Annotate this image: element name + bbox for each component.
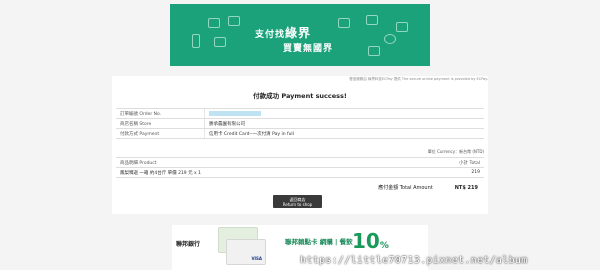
scooter-icon — [338, 18, 350, 28]
wallet-icon — [366, 15, 378, 25]
phone-icon — [192, 34, 200, 48]
calendar-icon — [208, 18, 220, 28]
visa-logo: VISA — [251, 256, 262, 261]
total-amount: 應付金額 Total Amount NT$ 219 — [116, 184, 478, 191]
ecpay-banner: 支付找綠界 買賣無國界 — [170, 4, 430, 66]
items-table: 商品明細 Product 小計 Total 鳳梨釋迦 一箱 約4台斤 單價 21… — [116, 157, 484, 178]
total-value: NT$ 219 — [454, 185, 478, 191]
cart-icon — [396, 22, 408, 32]
store-label: 商店名稱 Store — [116, 118, 205, 129]
order-no-row: 訂單編號 Order No. — [116, 108, 484, 119]
payment-label: 付款方式 Payment — [116, 128, 205, 139]
ad-text: 聯邦賴點卡 網購 | 餐飲 — [285, 238, 353, 246]
globe-icon — [384, 34, 396, 44]
total-label: 應付金額 Total Amount — [378, 185, 433, 191]
items-header-row: 商品明細 Product 小計 Total — [116, 157, 484, 168]
credit-card-image: VISA — [226, 239, 266, 265]
payment-row: 付款方式 Payment 信用卡 Credit Card--一次付清 Pay i… — [116, 128, 484, 139]
return-to-shop-button[interactable]: 返回商店 Return to shop — [273, 195, 322, 208]
credit-card-icon — [214, 37, 226, 47]
return-button-label-en: Return to shop — [282, 201, 313, 207]
watermark: https://little70713.pixnet.net/album — [300, 255, 528, 266]
table-row: 鳳梨釋迦 一箱 約4台斤 單價 219 元 x 1 219 — [116, 167, 484, 178]
store-value: 勝承農園有限公司 — [204, 118, 484, 129]
subtotal-cell: 219 — [393, 167, 484, 178]
currency-note: 單位 Currency：新台幣 (NTD) — [427, 149, 484, 154]
cloud-icon — [368, 46, 380, 56]
payment-value: 信用卡 Credit Card--一次付清 Pay in full — [204, 128, 484, 139]
ad-percent: 10% — [352, 229, 389, 253]
order-no-redacted — [209, 110, 261, 116]
order-no-label: 訂單編號 Order No. — [116, 108, 205, 119]
provider-note: 發信服務由 綠界科技ECPay 提供 The secure online pay… — [349, 77, 488, 81]
banner-slogan-line2: 買賣無國界 — [283, 44, 334, 54]
page-title: 付款成功 Payment success! — [253, 92, 347, 100]
order-no-value — [204, 108, 484, 119]
product-cell: 鳳梨釋迦 一箱 約4台斤 單價 219 元 x 1 — [116, 167, 394, 178]
laptop-icon — [228, 16, 240, 26]
product-header: 商品明細 Product — [116, 157, 394, 168]
bank-logo: 聯邦銀行 — [176, 241, 201, 248]
subtotal-header: 小計 Total — [393, 157, 484, 168]
banner-slogan-line1: 支付找綠界 — [255, 26, 312, 40]
order-info-table: 訂單編號 Order No. 商店名稱 Store 勝承農園有限公司 付款方式 … — [116, 108, 484, 139]
store-row: 商店名稱 Store 勝承農園有限公司 — [116, 118, 484, 129]
